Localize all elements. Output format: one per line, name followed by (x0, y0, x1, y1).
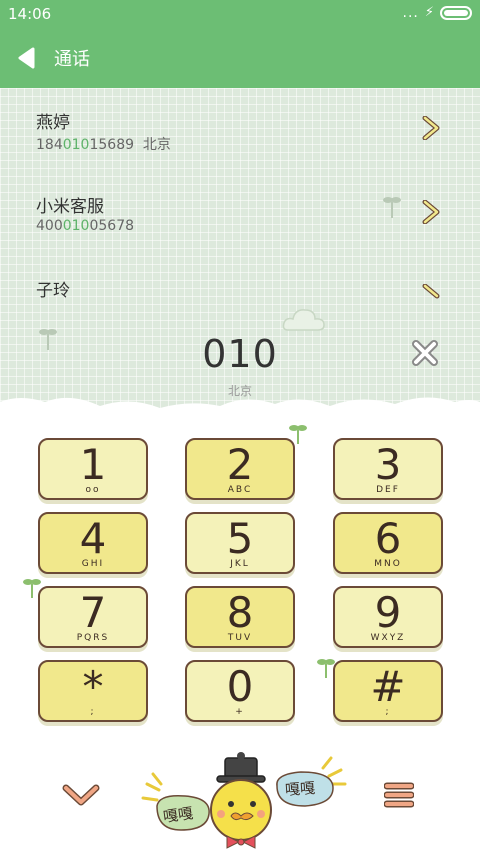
menu-button[interactable] (383, 780, 415, 810)
right-bubble-text: 嘎嘎 (284, 778, 316, 800)
key-hash[interactable]: # ; (333, 660, 443, 722)
contact-row[interactable]: 燕婷 18401015689 北京 (0, 88, 480, 172)
contact-row[interactable]: 子玲 (0, 256, 480, 340)
chevron-right-icon (422, 284, 440, 299)
key-1[interactable]: 1 oo (38, 438, 148, 500)
chevron-down-icon (62, 784, 100, 806)
dialed-number: 010 (202, 332, 278, 376)
back-arrow-icon (18, 47, 35, 69)
collapse-keypad-button[interactable] (62, 784, 100, 808)
duck-mascot-icon (141, 752, 347, 849)
key-star[interactable]: * ; (38, 660, 148, 722)
status-icons: ... ⚡ (402, 5, 472, 21)
contact-number: 18401015689 北京 (36, 137, 171, 153)
back-button[interactable] (0, 28, 54, 88)
left-bubble-text: 嘎嘎 (161, 803, 195, 826)
cloud-icon (282, 309, 325, 331)
status-time: 14:06 (8, 5, 52, 23)
key-9[interactable]: 9 WXYZ (333, 586, 443, 648)
contact-number: 40001005678 (36, 218, 135, 234)
contact-name: 小米客服 (36, 197, 104, 217)
charging-icon: ⚡ (424, 5, 434, 20)
key-3[interactable]: 3 DEF (333, 438, 443, 500)
key-0[interactable]: 0 + (185, 660, 295, 722)
contact-location: 北京 (142, 137, 171, 153)
key-8[interactable]: 8 TUV (185, 586, 295, 648)
page-title: 通话 (54, 49, 90, 70)
bottom-bar: 嘎嘎 嘎嘎 (0, 740, 480, 853)
sprout-icon (383, 197, 401, 218)
key-5[interactable]: 5 JKL (185, 512, 295, 574)
voicemail-icon: oo (85, 485, 101, 495)
chevron-right-icon (422, 116, 440, 140)
hamburger-menu-icon (383, 782, 415, 808)
delete-button[interactable] (410, 338, 440, 368)
chevron-right-icon (422, 200, 440, 224)
key-7[interactable]: 7 PQRS (38, 586, 148, 648)
cloud-divider (0, 397, 480, 442)
key-4[interactable]: 4 GHI (38, 512, 148, 574)
key-6[interactable]: 6 MNO (333, 512, 443, 574)
contact-name: 燕婷 (36, 113, 70, 133)
key-2[interactable]: 2 ABC (185, 438, 295, 500)
signal-dots-icon: ... (402, 5, 419, 21)
battery-icon (440, 6, 472, 20)
delete-x-icon (412, 340, 438, 366)
contact-name: 子玲 (36, 281, 70, 301)
contact-row[interactable]: 小米客服 40001005678 (0, 172, 480, 256)
status-bar: 14:06 ... ⚡ (0, 0, 480, 28)
app-header: 通话 (0, 28, 480, 88)
call-button[interactable]: 嘎嘎 嘎嘎 (135, 744, 355, 849)
